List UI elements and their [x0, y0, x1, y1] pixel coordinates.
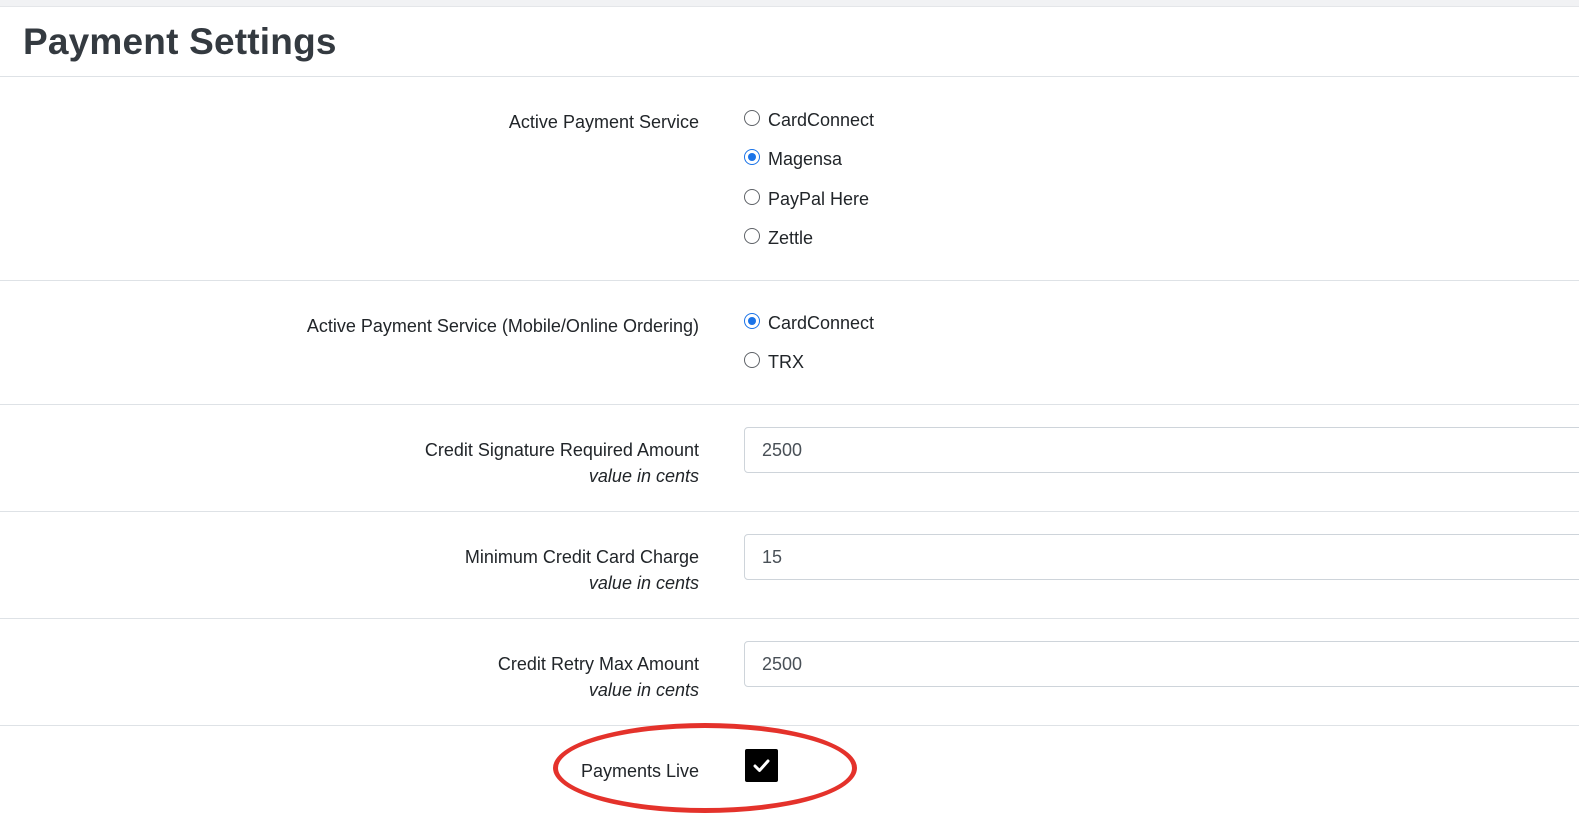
minimum-credit-card-charge-input[interactable]: [744, 534, 1579, 580]
credit-signature-required-amount-input[interactable]: [744, 427, 1579, 473]
radio-button-selected[interactable]: [744, 313, 760, 329]
radio-button-selected[interactable]: [744, 149, 760, 165]
section-divider: [0, 725, 1579, 726]
radio-option-zettle[interactable]: Zettle: [744, 224, 813, 248]
page-title: Payment Settings: [23, 21, 337, 62]
radio-option-cardconnect[interactable]: CardConnect: [744, 106, 874, 130]
minimum-credit-card-charge-label: Minimum Credit Card Charge: [464, 547, 699, 567]
radio-button[interactable]: [744, 352, 760, 368]
radio-option-magensa[interactable]: Magensa: [744, 145, 842, 169]
section-divider: [0, 404, 1579, 405]
radio-option-mobile-trx[interactable]: TRX: [744, 348, 804, 372]
credit-retry-max-amount-hint: value in cents: [588, 680, 699, 700]
radio-label: TRX: [768, 351, 804, 372]
radio-option-mobile-cardconnect[interactable]: CardConnect: [744, 309, 874, 333]
credit-retry-max-amount-input[interactable]: [744, 641, 1579, 687]
header-divider: [0, 76, 1579, 77]
payments-live-label: Payments Live: [580, 761, 699, 781]
checkmark-icon: [753, 759, 770, 772]
section-divider: [0, 280, 1579, 281]
section-divider: [0, 511, 1579, 512]
payments-live-checkbox[interactable]: [745, 749, 778, 782]
credit-retry-max-amount-label: Credit Retry Max Amount: [497, 654, 699, 674]
radio-label: Zettle: [768, 227, 814, 248]
credit-signature-hint: value in cents: [588, 466, 699, 486]
active-payment-service-mobile-label: Active Payment Service (Mobile/Online Or…: [306, 316, 699, 336]
radio-button[interactable]: [744, 110, 760, 126]
active-payment-service-label: Active Payment Service: [508, 112, 699, 132]
radio-label: Magensa: [768, 148, 843, 169]
radio-label: CardConnect: [768, 312, 875, 333]
radio-label: CardConnect: [768, 109, 875, 130]
section-divider: [0, 618, 1579, 619]
radio-option-paypal-here[interactable]: PayPal Here: [744, 185, 869, 209]
radio-button[interactable]: [744, 189, 760, 205]
radio-label: PayPal Here: [768, 188, 870, 209]
credit-signature-required-amount-label: Credit Signature Required Amount: [424, 440, 699, 460]
radio-button[interactable]: [744, 228, 760, 244]
minimum-credit-card-charge-hint: value in cents: [588, 573, 699, 593]
top-strip: [0, 0, 1579, 7]
